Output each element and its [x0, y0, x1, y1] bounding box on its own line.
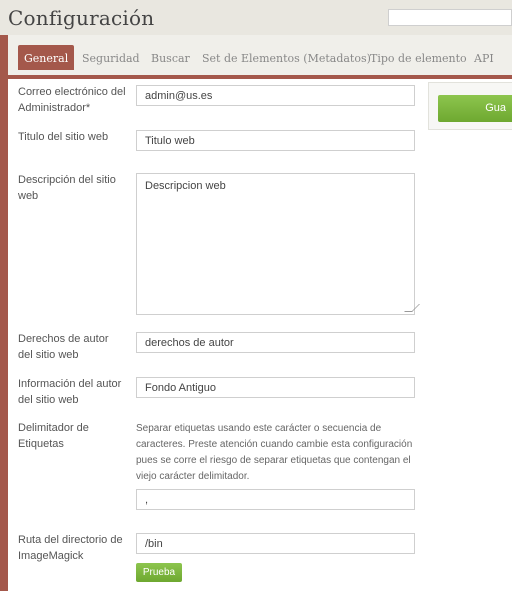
tab-api[interactable]: API	[474, 52, 494, 65]
tab-seguridad[interactable]: Seguridad	[82, 52, 140, 65]
imagemagick-label: Ruta del directorio de ImageMagick	[18, 534, 123, 562]
tab-bar: General Seguridad Buscar Set de Elemento…	[8, 35, 512, 79]
settings-form: Correo electrónico del Administrador* ad…	[8, 79, 512, 591]
tag-delimiter-field[interactable]: ,	[136, 489, 415, 510]
copyright-field[interactable]: derechos de autor	[136, 332, 415, 353]
tab-tipo-elemento[interactable]: Tipo de elemento	[370, 52, 467, 65]
tab-buscar[interactable]: Buscar	[151, 52, 190, 65]
tab-metadatos[interactable]: Set de Elementos (Metadatos)	[202, 52, 371, 65]
page-title: Configuración	[8, 6, 155, 30]
site-title-field[interactable]: Titulo web	[136, 130, 415, 151]
tag-delimiter-help: Separar etiquetas usando este carácter o…	[136, 423, 413, 482]
site-description-text: Descripcion web	[145, 180, 226, 192]
search-input[interactable]	[388, 9, 512, 26]
author-field[interactable]: Fondo Antiguo	[136, 377, 415, 398]
admin-email-label: Correo electrónico del Administrador*	[18, 86, 126, 114]
top-bar: Configuración	[0, 0, 512, 35]
left-accent-border	[0, 35, 8, 591]
admin-email-field[interactable]: admin@us.es	[136, 85, 415, 106]
save-button[interactable]: Gua	[438, 95, 512, 122]
test-button[interactable]: Prueba	[136, 563, 182, 582]
copyright-label: Derechos de autor del sitio web	[18, 333, 109, 361]
site-description-field[interactable]: Descripcion web	[136, 173, 420, 315]
imagemagick-field[interactable]: /bin	[136, 533, 415, 554]
site-title-label: Titulo del sitio web	[18, 131, 109, 143]
site-description-label: Descripción del sitio web	[18, 174, 116, 202]
resize-grip-icon[interactable]	[404, 304, 420, 312]
tab-general[interactable]: General	[18, 45, 75, 70]
author-label: Información del autor del sitio web	[18, 378, 122, 406]
tag-delimiter-label: Delimitador de Etiquetas	[18, 422, 89, 450]
